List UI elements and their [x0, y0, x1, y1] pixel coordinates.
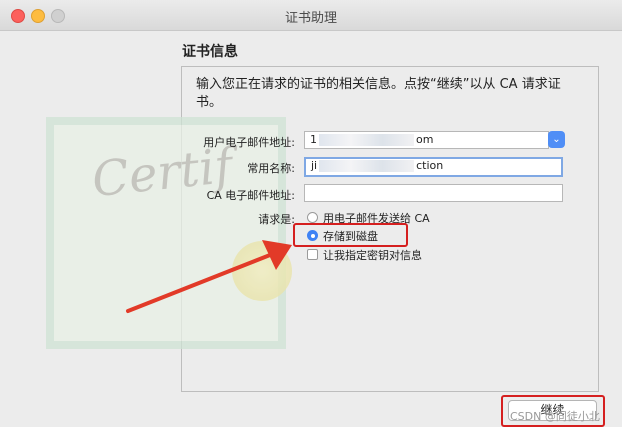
watermark: CSDN @同徒小北 — [510, 410, 600, 423]
red-arrow-annotation — [126, 240, 292, 313]
